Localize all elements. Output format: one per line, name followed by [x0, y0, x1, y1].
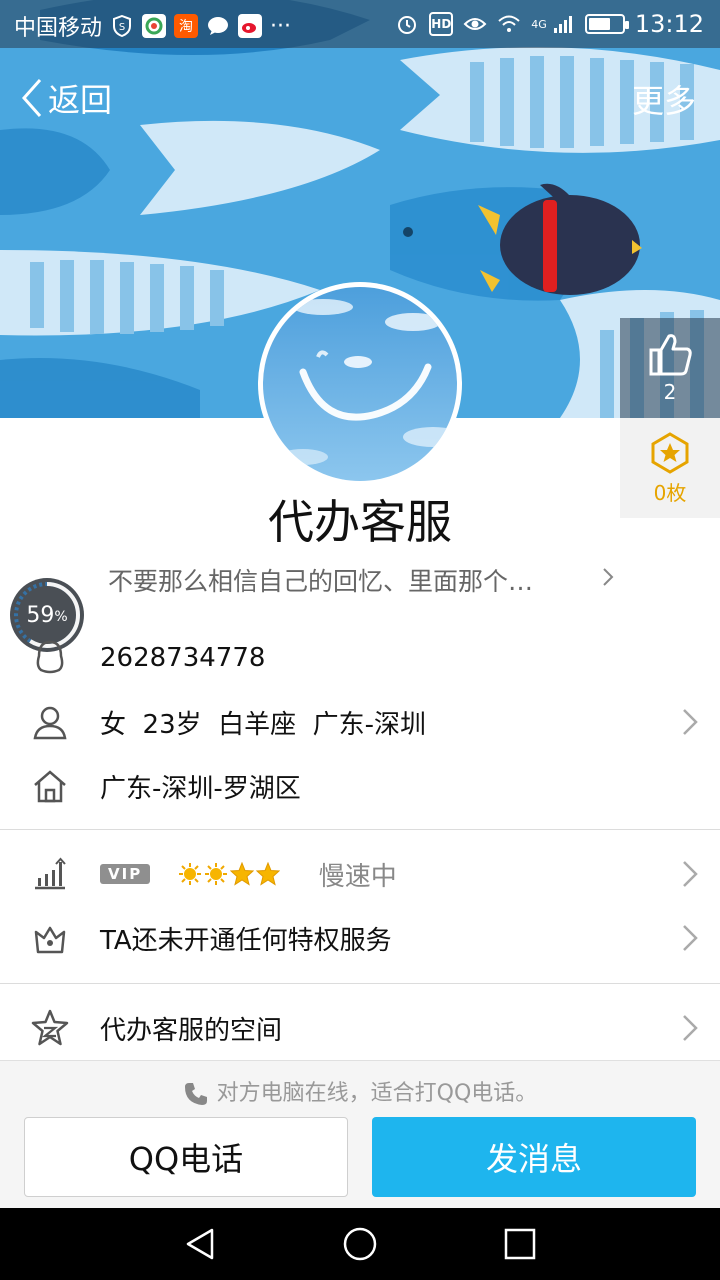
- thumbs-up-icon: [649, 334, 692, 376]
- chevron-right-icon: [602, 564, 614, 593]
- basic-info-text: 女 23岁 白羊座 广东-深圳: [100, 709, 427, 740]
- qzone-star-icon: [30, 1008, 70, 1048]
- qzone-text: 代办客服的空间: [100, 1015, 283, 1046]
- online-hint: 对方电脑在线，适合打QQ电话。: [0, 1075, 720, 1107]
- system-navigation-bar: [0, 1208, 720, 1280]
- chevron-right-icon: [682, 708, 698, 740]
- chevron-left-icon: [21, 79, 42, 117]
- section-divider: [0, 829, 720, 830]
- eye-icon: [463, 12, 487, 36]
- carrier-label: 中国移动: [14, 16, 103, 41]
- signal-icon: [551, 12, 575, 36]
- weibo-app-icon: [238, 14, 263, 38]
- nav-back-triangle-icon[interactable]: [182, 1226, 218, 1262]
- clock-time: 13:12: [634, 10, 704, 38]
- nav-recents-square-icon[interactable]: [502, 1226, 538, 1262]
- vip-badge: VIP: [100, 864, 151, 884]
- section-divider: [0, 983, 720, 984]
- nickname: 代办客服: [268, 495, 452, 549]
- bottom-action-bar: 对方电脑在线，适合打QQ电话。 QQ电话 发消息: [0, 1060, 720, 1208]
- online-hint-text: 对方电脑在线，适合打QQ电话。: [216, 1081, 538, 1106]
- wifi-icon: [497, 12, 521, 36]
- progress-percent: 59: [26, 602, 55, 628]
- qq-call-button[interactable]: QQ电话: [24, 1117, 348, 1197]
- back-label: 返回: [48, 81, 113, 119]
- location-text: 广东-深圳-罗湖区: [100, 773, 301, 804]
- nav-home-circle-icon[interactable]: [342, 1226, 378, 1262]
- crown-icon: [30, 918, 70, 958]
- chevron-right-icon: [682, 860, 698, 892]
- sun-level-icon: [179, 863, 202, 885]
- home-icon: [30, 766, 70, 806]
- qq-number: 2628734778: [100, 643, 266, 673]
- signature-text: 不要那么相信自己的回忆、里面那个…: [108, 567, 534, 596]
- level-chart-icon: [30, 854, 70, 894]
- qq-number-row: 2628734778: [0, 626, 720, 690]
- basic-info-row[interactable]: 女 23岁 白羊座 广东-深圳: [0, 690, 720, 754]
- phone-icon: [184, 1083, 207, 1105]
- person-icon: [30, 702, 70, 742]
- level-icons: [178, 862, 281, 886]
- qzone-row[interactable]: 代办客服的空间: [0, 996, 720, 1060]
- chat-bubble-icon: [206, 14, 230, 38]
- star-level-icon: [256, 862, 281, 886]
- privilege-row[interactable]: TA还未开通任何特权服务: [0, 906, 720, 970]
- hd-icon: HD: [429, 12, 454, 36]
- alarm-icon: [395, 12, 419, 36]
- chevron-right-icon: [682, 924, 698, 956]
- sky-smile-avatar-image: [263, 287, 457, 481]
- progress-unit: %: [54, 609, 68, 625]
- sun-level-icon: [205, 863, 228, 885]
- privilege-text: TA还未开通任何特权服务: [100, 925, 392, 956]
- level-status: 慢速中: [318, 861, 397, 892]
- location-row: 广东-深圳-罗湖区: [0, 754, 720, 818]
- medal-star-icon: [651, 431, 689, 474]
- more-notifications-icon: ···: [270, 13, 291, 39]
- browser-app-icon: [142, 14, 167, 38]
- svg-text:S: S: [119, 22, 125, 33]
- like-count: 2: [663, 380, 677, 404]
- status-bar: 中国移动 S 淘 ··· HD 4G 13:12: [0, 0, 720, 48]
- vip-level-row[interactable]: VIP 慢速中: [0, 842, 720, 906]
- signature-link[interactable]: 不要那么相信自己的回忆、里面那个…: [108, 562, 628, 598]
- avatar[interactable]: [258, 282, 462, 486]
- star-level-icon: [230, 862, 255, 886]
- penguin-icon: [30, 638, 70, 678]
- network-type-label: 4G: [531, 17, 547, 31]
- back-button[interactable]: 返回: [20, 76, 112, 120]
- taobao-app-icon: 淘: [174, 14, 199, 38]
- chevron-right-icon: [682, 1014, 698, 1046]
- shield-icon: S: [110, 14, 134, 38]
- like-button[interactable]: 2: [620, 318, 720, 418]
- send-message-button[interactable]: 发消息: [372, 1117, 696, 1197]
- battery-icon: [584, 14, 629, 34]
- more-button[interactable]: 更多: [632, 76, 696, 122]
